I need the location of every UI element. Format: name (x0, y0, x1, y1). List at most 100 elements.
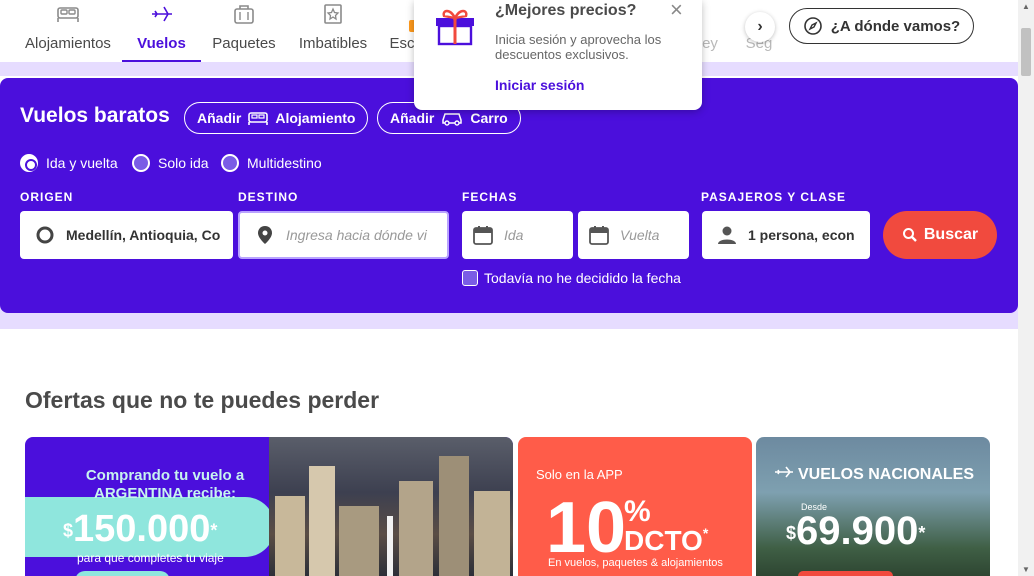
flight-search-panel: Vuelos baratos Añadir Alojamiento Añadir… (0, 78, 1018, 313)
checkbox-box (462, 270, 478, 286)
nav-item-faded[interactable]: ey (700, 0, 720, 62)
currency: $ (786, 522, 797, 543)
return-placeholder: Vuelta (620, 227, 660, 243)
login-link[interactable]: Iniciar sesión (495, 77, 584, 93)
nav-next-arrow-button[interactable]: › (745, 12, 775, 42)
destination-field[interactable]: Ingresa hacia dónde vi (238, 211, 449, 259)
close-icon[interactable]: × (670, 0, 683, 23)
compass-icon (803, 17, 822, 35)
origin-label: ORIGEN (20, 190, 74, 204)
card3-price: $69.900* (786, 509, 925, 554)
search-icon (902, 228, 917, 242)
radio-one-way[interactable]: Solo ida (132, 154, 209, 172)
search-button[interactable]: Buscar (883, 211, 997, 259)
card1-subtitle: para que completes tu viaje (77, 551, 224, 565)
building (399, 481, 433, 576)
card3-headline: VUELOS NACIONALES (798, 466, 975, 483)
offer-card-national-flights[interactable]: VUELOS NACIONALES Desde $69.900* (756, 437, 990, 576)
offer-card-app-discount[interactable]: Solo en la APP 10 % DCTO* En vuelos, paq… (518, 437, 752, 576)
discount-dcto: DCTO* (624, 525, 708, 557)
add-label: Añadir (390, 110, 435, 126)
undecided-label: Todavía no he decidido la fecha (484, 270, 681, 286)
page-scrollbar[interactable]: ▲ ▼ (1018, 0, 1034, 576)
luggage-icon (234, 5, 254, 24)
origin-circle-icon (36, 226, 54, 244)
search-button-label: Buscar (923, 226, 979, 243)
nav-label: Esc (389, 35, 415, 52)
obelisk (387, 516, 393, 576)
discount-detail: En vuelos, paquetes & alojamientos (548, 557, 723, 569)
origin-value: Medellín, Antioquia, Co (66, 227, 221, 243)
dcto-text: DCTO (624, 525, 703, 556)
radio-label: Multidestino (247, 155, 322, 171)
radio-round-trip[interactable]: Ida y vuelta (20, 154, 118, 172)
nav-item-paquetes[interactable]: Paquetes (211, 0, 277, 62)
building (309, 466, 335, 576)
location-pin-icon (258, 226, 272, 244)
destination-label: DESTINO (238, 190, 299, 204)
car-label: Carro (470, 110, 508, 126)
origin-field[interactable]: Medellín, Antioquia, Co (20, 211, 233, 259)
badge-icon (324, 4, 342, 24)
gift-icon (436, 9, 474, 46)
card1-cta[interactable] (75, 571, 170, 576)
calendar-icon (589, 226, 609, 245)
car-icon (442, 113, 463, 126)
nav-item-vuelos[interactable]: Vuelos (122, 0, 201, 62)
card1-headline: Comprando tu vuelo a ARGENTINA recibe: (85, 467, 245, 502)
plane-icon (775, 466, 793, 478)
passengers-field[interactable]: 1 persona, econ (702, 211, 870, 259)
departure-date-field[interactable]: Ida (462, 211, 573, 259)
bed-icon (57, 7, 79, 22)
scroll-up-icon[interactable]: ▲ (1022, 2, 1030, 11)
lodging-label: Alojamiento (275, 110, 356, 126)
asterisk: * (702, 525, 709, 541)
card1-amount: $150.000* (63, 508, 217, 551)
scrollbar-thumb[interactable] (1021, 28, 1031, 76)
plane-icon (151, 6, 172, 22)
discount-number: 10 (546, 488, 627, 568)
radio-dot (20, 154, 38, 172)
nav-item-imbatibles[interactable]: Imbatibles (297, 0, 369, 62)
passengers-value: 1 persona, econ (748, 227, 855, 243)
better-prices-popup: ¿Mejores precios? Inicia sesión y aprove… (414, 0, 702, 110)
undecided-date-checkbox[interactable]: Todavía no he decidido la fecha (462, 270, 681, 286)
radio-label: Ida y vuelta (46, 155, 118, 171)
radio-label: Solo ida (158, 155, 209, 171)
dates-label: FECHAS (462, 190, 518, 204)
nav-item-alojamientos[interactable]: Alojamientos (22, 0, 114, 62)
departure-placeholder: Ida (504, 227, 524, 243)
search-title: Vuelos baratos (20, 104, 170, 127)
building (474, 491, 510, 576)
nav-label: Paquetes (212, 35, 276, 52)
offer-card-argentina[interactable]: Comprando tu vuelo a ARGENTINA recibe: $… (25, 437, 513, 576)
return-date-field[interactable]: Vuelta (578, 211, 689, 259)
add-lodging-button[interactable]: Añadir Alojamiento (184, 102, 369, 134)
app-only-label: Solo en la APP (536, 467, 623, 482)
where-to-button[interactable]: ¿A dónde vamos? (789, 8, 974, 44)
add-label: Añadir (197, 110, 242, 126)
nav-label: Vuelos (137, 35, 186, 52)
nav-label: ey (702, 35, 718, 52)
popup-title: ¿Mejores precios? (495, 2, 637, 19)
asterisk: * (918, 522, 926, 543)
currency: $ (63, 520, 74, 541)
destination-placeholder: Ingresa hacia dónde vi (286, 227, 427, 243)
amount-value: 150.000 (73, 508, 211, 550)
person-icon (718, 226, 736, 244)
card3-cta[interactable] (798, 571, 893, 576)
building (275, 496, 305, 576)
scroll-down-icon[interactable]: ▼ (1022, 565, 1030, 574)
chevron-right-icon: › (757, 18, 763, 35)
calendar-icon (473, 226, 493, 245)
bed-icon (248, 112, 269, 125)
discount-percent: % (624, 495, 651, 528)
asterisk: * (210, 520, 218, 541)
city-photo (269, 437, 513, 576)
price-value: 69.900 (796, 509, 919, 553)
building (339, 506, 379, 576)
building (439, 456, 469, 576)
popup-description: Inicia sesión y aprovecha los descuentos… (495, 32, 662, 62)
radio-dot (221, 154, 239, 172)
radio-multi-destination[interactable]: Multidestino (221, 154, 322, 172)
